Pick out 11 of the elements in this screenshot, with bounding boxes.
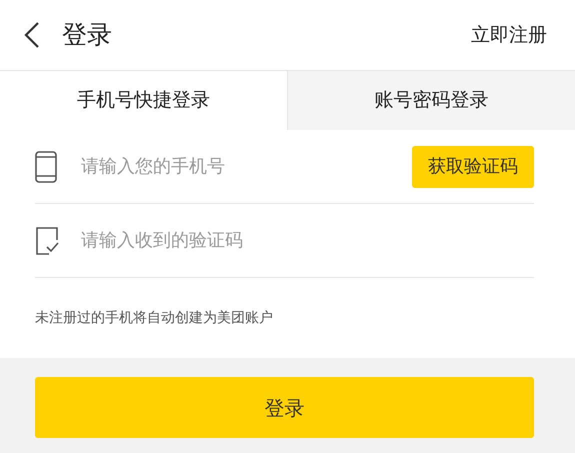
text-input[interactable]: 请输入您的手机号 [81, 153, 412, 180]
login-button[interactable]: 登录 [35, 377, 534, 438]
back-icon[interactable] [24, 22, 40, 48]
hint-text: 未注册过的手机将自动创建为美团账户 [35, 308, 273, 328]
checklist-icon [35, 226, 59, 254]
register-link[interactable]: 立即注册 [471, 20, 547, 50]
get-code-button[interactable]: 获取验证码 [412, 146, 534, 188]
phone-icon [35, 150, 57, 182]
page-title: 登录 [62, 19, 112, 52]
login-tab[interactable]: 账号密码登录 [287, 71, 575, 130]
text-input[interactable]: 请输入收到的验证码 [81, 227, 534, 254]
